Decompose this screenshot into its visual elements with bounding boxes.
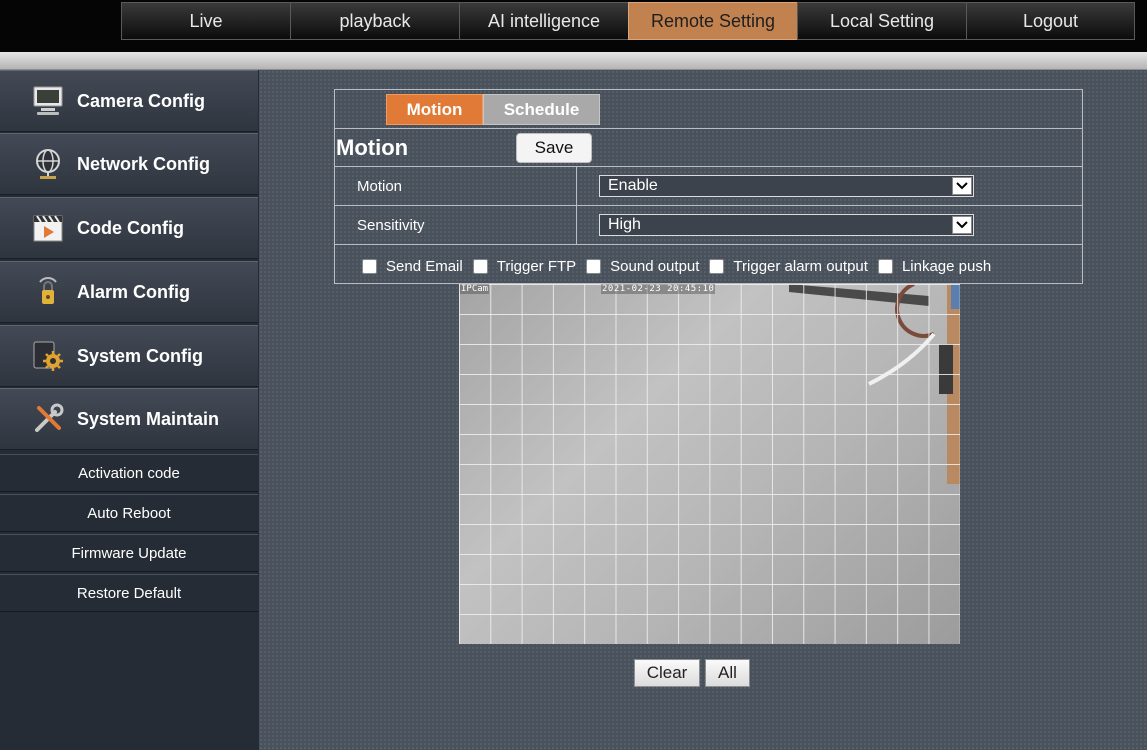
submenu-auto-reboot[interactable]: Auto Reboot <box>0 494 258 532</box>
sensitivity-select[interactable]: High <box>599 214 974 236</box>
sound-output-checkbox[interactable] <box>586 258 602 274</box>
nav-tab-remote-setting[interactable]: Remote Setting <box>628 2 797 40</box>
top-navigation-bar: Live playback AI intelligence Remote Set… <box>0 0 1147 52</box>
sidebar-item-label: Code Config <box>77 217 184 238</box>
nav-tab-ai-intelligence[interactable]: AI intelligence <box>459 2 628 40</box>
tools-icon <box>31 402 65 436</box>
nav-tabs: Live playback AI intelligence Remote Set… <box>121 2 1135 40</box>
send-email-label: Send Email <box>386 257 463 275</box>
motion-settings-panel: Motion Schedule Motion Save Motion Enabl… <box>334 89 1083 284</box>
linkage-push-checkbox[interactable] <box>877 258 893 274</box>
sensitivity-row-label: Sensitivity <box>357 217 425 234</box>
submenu-activation-code[interactable]: Activation code <box>0 454 258 492</box>
gear-icon <box>31 339 65 373</box>
sidebar: Camera Config Network Config Code Config… <box>0 70 259 750</box>
divider <box>335 244 1082 245</box>
sensitivity-select-value: High <box>608 216 641 233</box>
divider <box>335 128 1082 129</box>
sidebar-item-camera-config[interactable]: Camera Config <box>0 70 258 132</box>
chevron-down-icon[interactable] <box>952 177 972 195</box>
sidebar-item-network-config[interactable]: Network Config <box>0 133 258 195</box>
sidebar-item-system-config[interactable]: System Config <box>0 325 258 387</box>
sidebar-item-label: System Maintain <box>77 408 220 429</box>
osd-timestamp: 2021-02-23 20:45:10 <box>601 284 716 294</box>
alarm-actions: Send Email Trigger FTP Sound output Trig… <box>362 256 1001 276</box>
sidebar-item-label: System Config <box>77 345 204 366</box>
nav-tab-live[interactable]: Live <box>121 2 290 40</box>
tab-schedule[interactable]: Schedule <box>483 94 600 125</box>
motion-detection-grid[interactable] <box>459 284 960 644</box>
submenu-restore-default[interactable]: Restore Default <box>0 574 258 612</box>
section-title: Motion <box>336 135 409 160</box>
globe-icon <box>31 147 65 181</box>
nav-tab-local-setting[interactable]: Local Setting <box>797 2 966 40</box>
sidebar-item-code-config[interactable]: Code Config <box>0 197 258 259</box>
monitor-icon <box>31 84 65 118</box>
nav-tab-playback[interactable]: playback <box>290 2 459 40</box>
divider <box>335 205 1082 206</box>
sidebar-item-system-maintain[interactable]: System Maintain <box>0 388 258 450</box>
motion-select-value: Enable <box>608 177 658 194</box>
sidebar-item-label: Camera Config <box>77 90 206 111</box>
divider <box>576 206 577 245</box>
motion-row-label: Motion <box>357 178 403 195</box>
send-email-checkbox[interactable] <box>362 258 377 274</box>
clear-button[interactable]: Clear <box>634 659 700 687</box>
sound-output-label: Sound output <box>610 257 700 275</box>
select-all-button[interactable]: All <box>705 659 750 687</box>
video-clip-icon <box>31 211 65 245</box>
sub-header-bar <box>0 52 1147 70</box>
sidebar-item-label: Alarm Config <box>77 281 191 302</box>
trigger-ftp-label: Trigger FTP <box>496 257 577 275</box>
linkage-push-label: Linkage push <box>901 257 992 275</box>
trigger-alarm-output-label: Trigger alarm output <box>733 257 868 275</box>
tab-motion[interactable]: Motion <box>386 94 483 125</box>
submenu-firmware-update[interactable]: Firmware Update <box>0 534 258 572</box>
divider <box>335 166 1082 167</box>
motion-area-video-preview[interactable]: IPCam 2021-02-23 20:45:10 <box>459 284 960 644</box>
sidebar-item-label: Network Config <box>77 153 210 174</box>
trigger-alarm-output-checkbox[interactable] <box>709 258 725 274</box>
sidebar-item-alarm-config[interactable]: Alarm Config <box>0 261 258 323</box>
nav-tab-logout[interactable]: Logout <box>966 2 1135 40</box>
divider <box>576 167 577 206</box>
osd-camera-name: IPCam <box>460 284 490 294</box>
alarm-lock-icon <box>31 275 65 309</box>
motion-select[interactable]: Enable <box>599 175 974 197</box>
trigger-ftp-checkbox[interactable] <box>472 258 488 274</box>
chevron-down-icon[interactable] <box>952 216 972 234</box>
save-button[interactable]: Save <box>516 133 592 163</box>
